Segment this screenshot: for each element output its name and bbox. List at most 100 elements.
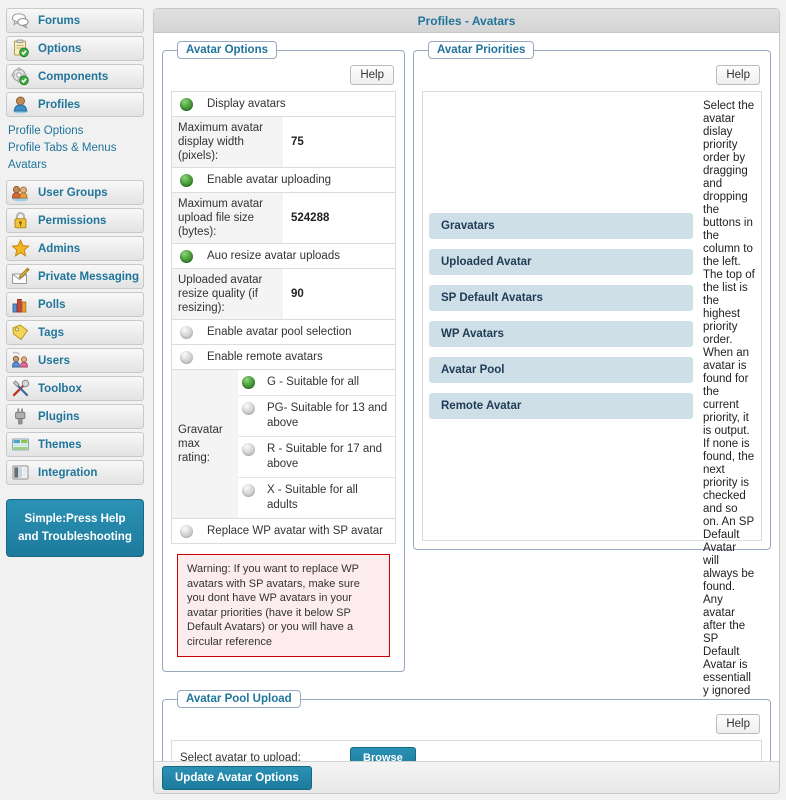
option-label: Enable avatar pool selection (207, 326, 352, 338)
private-messaging-envelope-icon (11, 267, 30, 286)
option-row-enable-uploading[interactable]: Enable avatar uploading (172, 168, 395, 193)
avatar-options-legend: Avatar Options (177, 41, 278, 59)
sidebar-item-label: Components (38, 70, 109, 83)
help-button-avatar-options[interactable]: Help (350, 65, 394, 85)
toggle-icon-enable-uploading[interactable] (180, 173, 193, 187)
rating-option-label: PG- Suitable for 13 and above (267, 402, 388, 429)
components-icon (11, 67, 30, 86)
main-content: Avatar Options Help Display avatars Maxi… (154, 33, 779, 793)
sidebar-item-private-messaging[interactable]: Private Messaging (6, 264, 144, 289)
sidebar-item-options[interactable]: Options (6, 36, 144, 61)
gravatar-rating-row: Gravatar max rating: G - Suitable for al… (172, 370, 395, 519)
sidebar-item-users[interactable]: Users (6, 348, 144, 373)
sidebar-item-user-groups[interactable]: User Groups (6, 180, 144, 205)
rating-option-label: R - Suitable for 17 and above (267, 443, 383, 470)
sidebar-item-themes[interactable]: Themes (6, 432, 144, 457)
option-row-max-upload-size: Maximum avatar upload file size (bytes):… (172, 193, 395, 244)
sidebar-item-profiles[interactable]: Profiles (6, 92, 144, 117)
sidebar-sublink-profile-tabs-menus[interactable]: Profile Tabs & Menus (8, 140, 144, 157)
option-value-max-upload-size[interactable]: 524288 (283, 193, 395, 243)
avatar-options-table: Display avatars Maximum avatar display w… (171, 91, 396, 544)
page-title: Profiles - Avatars (154, 9, 779, 33)
sidebar-item-label: Private Messaging (38, 270, 139, 283)
footer-bar: Update Avatar Options (154, 761, 779, 793)
option-value-resize-quality[interactable]: 90 (283, 269, 395, 319)
option-row-max-display-width: Maximum avatar display width (pixels): 7… (172, 117, 395, 168)
rating-option-r[interactable]: R - Suitable for 17 and above (238, 437, 395, 478)
main-panel: Profiles - Avatars Avatar Options Help D… (153, 8, 780, 794)
tags-icon (11, 323, 30, 342)
option-label: Enable avatar uploading (207, 174, 332, 186)
option-row-enable-remote-avatars[interactable]: Enable remote avatars (172, 345, 395, 370)
priority-item-sp-default-avatars[interactable]: SP Default Avatars (429, 285, 693, 311)
option-label: Display avatars (207, 98, 286, 110)
priority-item-remote-avatar[interactable]: Remote Avatar (429, 393, 693, 419)
avatar-priorities-column: Avatar Priorities Help Gravatars Uploade… (413, 41, 771, 697)
sidebar-item-polls[interactable]: Polls (6, 292, 144, 317)
sidebar-item-label: Integration (38, 466, 98, 479)
avatar-priority-list[interactable]: Gravatars Uploaded Avatar SP Default Ava… (429, 98, 703, 534)
option-label: Enable remote avatars (207, 351, 323, 363)
priority-item-uploaded-avatar[interactable]: Uploaded Avatar (429, 249, 693, 275)
rating-option-label: X - Suitable for all adults (267, 484, 358, 511)
toggle-icon-auto-resize[interactable] (180, 249, 193, 263)
integration-icon (11, 463, 30, 482)
avatar-priorities-panel: Avatar Priorities Help Gravatars Uploade… (413, 41, 771, 697)
polls-bar-chart-icon (11, 295, 30, 314)
rating-option-x[interactable]: X - Suitable for all adults (238, 478, 395, 518)
help-button-avatar-pool-upload[interactable]: Help (716, 714, 760, 734)
sidebar-item-label: Permissions (38, 214, 107, 227)
toolbox-tools-icon (11, 379, 30, 398)
sidebar-item-permissions[interactable]: Permissions (6, 208, 144, 233)
update-avatar-options-button[interactable]: Update Avatar Options (162, 765, 312, 790)
sidebar-item-forums[interactable]: Forums (6, 8, 144, 33)
toggle-icon-rating-x[interactable] (242, 484, 255, 497)
gravatar-rating-options: G - Suitable for all PG- Suitable for 13… (238, 370, 395, 518)
forums-icon (11, 11, 30, 30)
sidebar-sublink-profile-options[interactable]: Profile Options (8, 123, 144, 140)
help-troubleshooting-button[interactable]: Simple:Press Help and Troubleshooting (6, 499, 144, 557)
sidebar: Forums Options Components Profiles Profi… (0, 0, 150, 800)
toggle-icon-enable-pool-selection[interactable] (180, 325, 193, 339)
sidebar-sublink-avatars[interactable]: Avatars (8, 157, 144, 174)
help-button-avatar-priorities[interactable]: Help (716, 65, 760, 85)
sidebar-item-plugins[interactable]: Plugins (6, 404, 144, 429)
sidebar-item-label: Admins (38, 242, 81, 255)
option-row-replace-wp-avatar[interactable]: Replace WP avatar with SP avatar (172, 519, 395, 544)
admins-star-icon (11, 239, 30, 258)
sidebar-item-label: Plugins (38, 410, 80, 423)
avatar-priorities-description: Select the avatar dislay priority order … (703, 100, 755, 697)
toggle-icon-enable-remote-avatars[interactable] (180, 350, 193, 364)
avatar-options-column: Avatar Options Help Display avatars Maxi… (162, 41, 405, 672)
users-icon (11, 351, 30, 370)
avatar-pool-upload-legend: Avatar Pool Upload (177, 690, 301, 708)
warning-wrapper: Warning: If you want to replace WP avata… (171, 544, 396, 663)
sidebar-item-admins[interactable]: Admins (6, 236, 144, 261)
rating-option-label: G - Suitable for all (267, 376, 360, 388)
toggle-icon-display-avatars[interactable] (180, 97, 193, 111)
priority-item-gravatars[interactable]: Gravatars (429, 213, 693, 239)
option-row-enable-pool-selection[interactable]: Enable avatar pool selection (172, 320, 395, 345)
user-groups-icon (11, 183, 30, 202)
toggle-icon-rating-pg[interactable] (242, 402, 255, 415)
rating-option-pg[interactable]: PG- Suitable for 13 and above (238, 396, 395, 437)
sidebar-item-label: Profiles (38, 98, 81, 111)
sidebar-item-label: Options (38, 42, 82, 55)
toggle-icon-replace-wp-avatar[interactable] (180, 524, 193, 538)
sidebar-item-toolbox[interactable]: Toolbox (6, 376, 144, 401)
rating-option-g[interactable]: G - Suitable for all (238, 370, 395, 396)
toggle-icon-rating-r[interactable] (242, 443, 255, 456)
themes-icon (11, 435, 30, 454)
option-value-max-display-width[interactable]: 75 (283, 117, 395, 167)
priority-item-avatar-pool[interactable]: Avatar Pool (429, 357, 693, 383)
permissions-lock-icon (11, 211, 30, 230)
sidebar-item-tags[interactable]: Tags (6, 320, 144, 345)
sidebar-item-label: Themes (38, 438, 82, 451)
option-row-auto-resize[interactable]: Auo resize avatar uploads (172, 244, 395, 269)
option-row-display-avatars[interactable]: Display avatars (172, 92, 395, 117)
sidebar-item-integration[interactable]: Integration (6, 460, 144, 485)
priority-item-wp-avatars[interactable]: WP Avatars (429, 321, 693, 347)
sidebar-item-label: Forums (38, 14, 81, 27)
toggle-icon-rating-g[interactable] (242, 376, 255, 389)
sidebar-item-components[interactable]: Components (6, 64, 144, 89)
